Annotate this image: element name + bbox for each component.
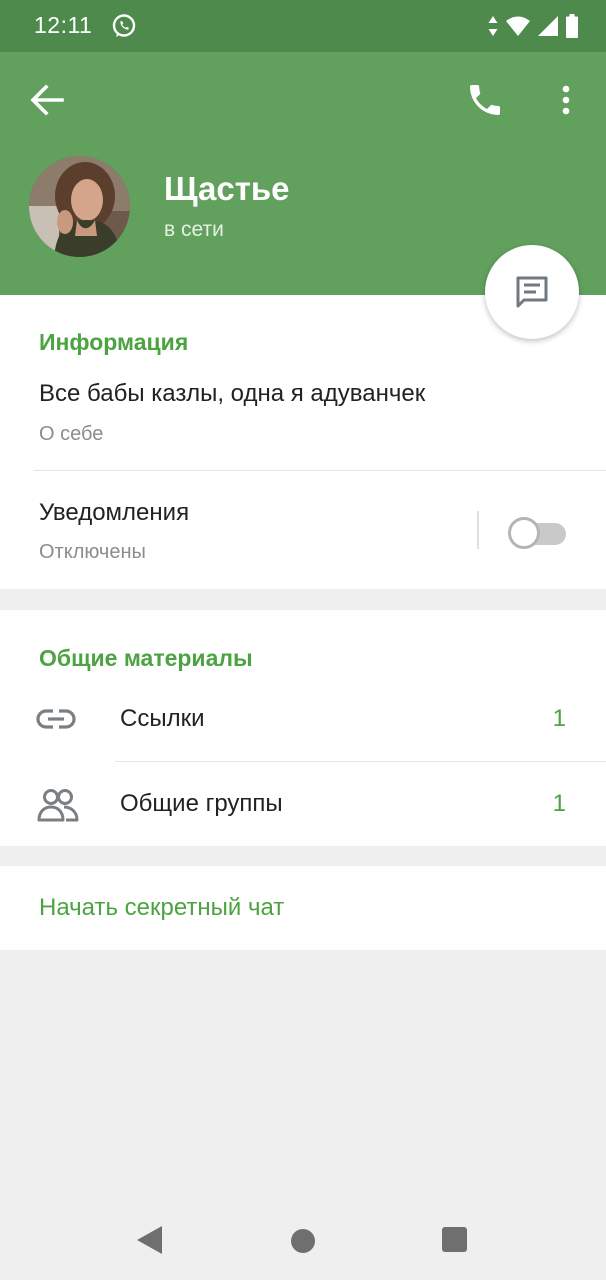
nav-recents-icon[interactable]	[442, 1227, 467, 1252]
avatar-photo	[29, 156, 130, 257]
bio-text[interactable]: Все бабы казлы, одна я адуванчек	[39, 380, 425, 408]
divider	[34, 470, 606, 471]
whatsapp-icon	[112, 14, 136, 37]
links-label: Ссылки	[120, 705, 205, 732]
send-message-button[interactable]	[485, 245, 579, 339]
wifi-icon	[506, 16, 530, 36]
phone-icon[interactable]	[465, 80, 505, 120]
signal-icon	[538, 16, 558, 36]
divider	[115, 761, 606, 762]
shared-media-section: Общие материалы Ссылки 1 Общие группы 1	[0, 610, 606, 846]
links-count: 1	[552, 705, 566, 732]
groups-count: 1	[552, 790, 566, 817]
bio-label: О себе	[39, 423, 104, 445]
avatar[interactable]	[29, 156, 130, 257]
group-icon	[37, 789, 79, 822]
divider	[477, 511, 479, 549]
status-bar: 12:11	[0, 0, 606, 52]
status-time: 12:11	[34, 12, 93, 38]
groups-label: Общие группы	[120, 790, 283, 817]
notifications-value: Отключены	[39, 541, 146, 563]
contact-name: Щастье	[164, 170, 290, 207]
contact-status: в сети	[164, 218, 224, 241]
back-arrow-icon[interactable]	[28, 82, 66, 118]
toggle-knob	[508, 517, 540, 549]
more-vert-icon[interactable]	[552, 80, 580, 120]
system-nav-bar	[0, 1200, 606, 1280]
link-icon	[36, 708, 76, 730]
start-secret-chat-button[interactable]: Начать секретный чат	[39, 894, 284, 922]
shared-section-title: Общие материалы	[39, 645, 253, 671]
notifications-label[interactable]: Уведомления	[39, 499, 189, 527]
data-arrows-icon	[488, 16, 498, 36]
info-section: Информация Все бабы казлы, одна я адуван…	[0, 295, 606, 589]
message-icon	[516, 276, 548, 308]
nav-back-icon[interactable]	[137, 1225, 163, 1255]
status-icons	[488, 14, 578, 38]
notifications-toggle[interactable]	[508, 517, 566, 549]
nav-home-icon[interactable]	[291, 1229, 315, 1253]
info-section-title: Информация	[39, 329, 189, 355]
battery-icon	[566, 14, 578, 38]
secret-chat-section: Начать секретный чат	[0, 866, 606, 950]
